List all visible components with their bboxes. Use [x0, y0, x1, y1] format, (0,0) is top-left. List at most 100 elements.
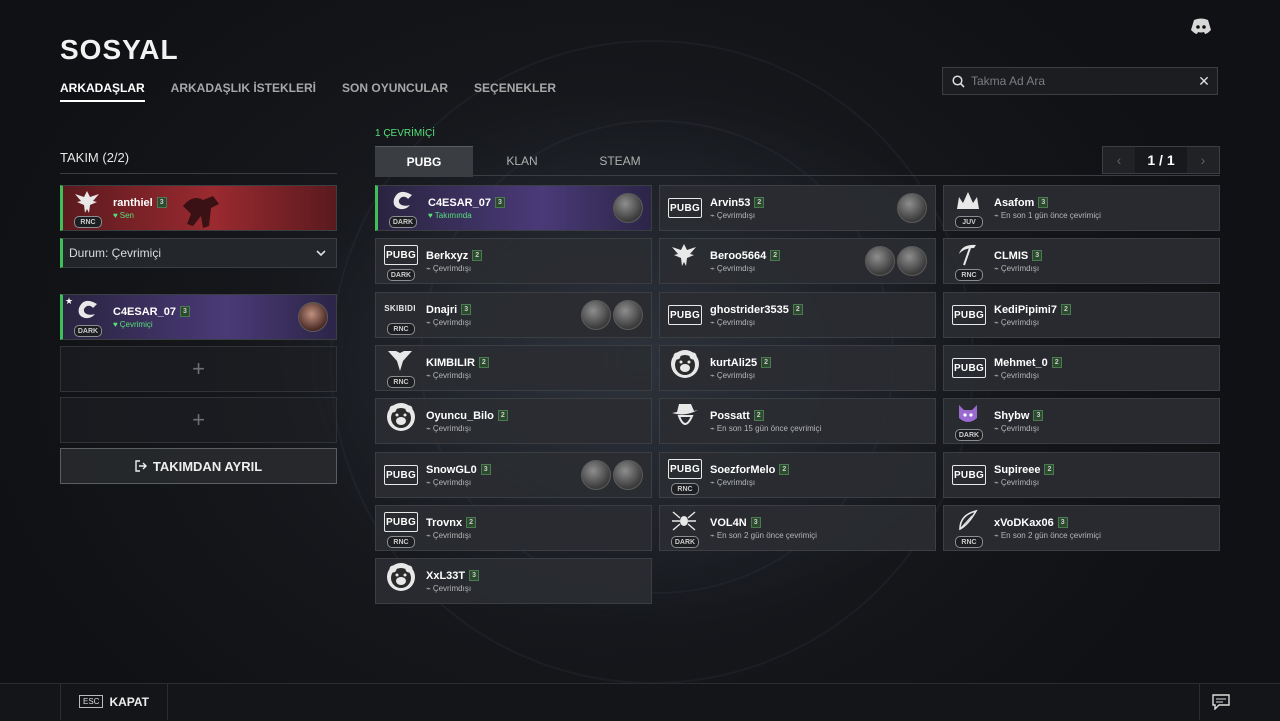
badges: [581, 300, 643, 330]
friend-card[interactable]: Beroo5664 2 ⌁ Çevrimdışı: [659, 238, 936, 284]
friend-tab-clan[interactable]: KLAN: [473, 146, 571, 176]
add-team-slot[interactable]: +: [60, 346, 337, 392]
team-self-card[interactable]: RNC ranthiel 3 ♥ Sen: [60, 185, 337, 231]
player-name: Shybw: [994, 409, 1030, 422]
clear-search-icon[interactable]: ✕: [1191, 68, 1217, 94]
level-badge: 3: [1038, 197, 1049, 208]
add-team-slot[interactable]: +: [60, 397, 337, 443]
friend-card[interactable]: PUBG Supireee 2 ⌁ Çevrimdışı: [943, 452, 1220, 498]
tab-recent-players[interactable]: SON OYUNCULAR: [342, 81, 448, 102]
online-count: 1 ÇEVRİMİÇİ: [375, 128, 436, 139]
status-dropdown[interactable]: Durum: Çevrimiçi: [60, 238, 337, 268]
friend-card[interactable]: PUBG RNC SoezforMelo 2 ⌁ Çevrimdışı: [659, 452, 936, 498]
friend-card[interactable]: JUV Asafom 3 ⌁ En son 1 gün önce çevrimiçi: [943, 185, 1220, 231]
friend-card[interactable]: PUBG RNC Trovnx 2 ⌁ Çevrimdışı: [375, 505, 652, 551]
spider-emblem-icon: DARK: [666, 508, 702, 548]
player-status: Çevrimiçi: [119, 319, 153, 329]
medal-badge-icon: [613, 300, 643, 330]
player-name: C4ESAR_07: [113, 305, 176, 318]
player-name: Berkxyz: [426, 249, 469, 262]
friend-card[interactable]: RNC xVoDKax06 3 ⌁ En son 2 gün önce çevrimiç…: [943, 505, 1220, 551]
player-name: Oyuncu_Bilo: [426, 409, 494, 422]
tab-options[interactable]: SEÇENEKLER: [474, 81, 556, 102]
friend-card[interactable]: PUBG SnowGL0 3 ⌁ Çevrimdışı: [375, 452, 652, 498]
close-label: KAPAT: [109, 694, 149, 709]
rank-badge: RNC: [74, 216, 102, 228]
friend-card[interactable]: kurtAli25 2 ⌁ Çevrimdışı: [659, 345, 936, 391]
friend-card[interactable]: PUBG Arvin53 2 ⌁ Çevrimdışı: [659, 185, 936, 231]
friend-card[interactable]: RNC CLMIS 3 ⌁ Çevrimdışı: [943, 238, 1220, 284]
friend-tabs-divider: [375, 175, 1220, 176]
chevron-down-icon: [316, 249, 326, 257]
friend-tabs: PUBG KLAN STEAM: [375, 146, 669, 177]
rank-badge: DARK: [955, 429, 983, 441]
player-name: Dnajri: [426, 303, 458, 316]
player-name: Arvin53: [710, 196, 751, 209]
next-page-button[interactable]: ›: [1187, 147, 1219, 173]
level-badge: 2: [761, 357, 771, 368]
player-status: Çevrimdışı: [1000, 263, 1040, 273]
offline-icon: ⌁: [426, 530, 431, 540]
prev-page-button[interactable]: ‹: [1103, 147, 1135, 173]
friend-card[interactable]: PUBG Mehmet_0 2 ⌁ Çevrimdışı: [943, 345, 1220, 391]
friend-card[interactable]: Oyuncu_Bilo 2 ⌁ Çevrimdışı: [375, 398, 652, 444]
player-status: En son 1 gün önce çevrimiçi: [1000, 210, 1101, 220]
player-name: VOL4N: [710, 516, 747, 529]
offline-icon: ⌁: [426, 423, 431, 433]
pubg-logo-icon: PUBG: [952, 305, 986, 325]
friend-card[interactable]: DARK VOL4N 3 ⌁ En son 2 gün önce çevrimiçi: [659, 505, 936, 551]
level-badge: 2: [754, 197, 765, 208]
player-status: Çevrimdışı: [432, 317, 472, 327]
pubg-emblem-icon: PUBG RNC: [666, 455, 702, 495]
friend-tab-steam[interactable]: STEAM: [571, 146, 669, 176]
player-status: Çevrimdışı: [716, 477, 756, 487]
friend-card[interactable]: PUBG DARK Berkxyz 2 ⌁ Çevrimdışı: [375, 238, 652, 284]
player-status: Takımında: [434, 210, 472, 220]
friend-card[interactable]: Possatt 2 ⌁ En son 15 gün önce çevrimiçi: [659, 398, 936, 444]
level-badge: 2: [753, 410, 764, 421]
medal-badge-icon: [581, 460, 611, 490]
pubg-emblem-icon: PUBG: [950, 348, 986, 388]
tab-friends[interactable]: ARKADAŞLAR: [60, 81, 145, 102]
offline-icon: ⌁: [994, 530, 999, 540]
search-input[interactable]: [971, 74, 1191, 88]
friend-card[interactable]: XxL33T 3 ⌁ Çevrimdışı: [375, 558, 652, 604]
level-badge: 3: [1032, 250, 1043, 261]
level-badge: 3: [156, 197, 167, 208]
friend-card[interactable]: RNC KIMBILIR 2 ⌁ Çevrimdışı: [375, 345, 652, 391]
level-badge: 2: [779, 464, 790, 475]
offline-icon: ⌁: [994, 477, 999, 487]
close-button[interactable]: ESC KAPAT: [60, 683, 168, 720]
offline-icon: ⌁: [710, 263, 715, 273]
eagle-emblem-icon: RNC: [69, 188, 105, 228]
friend-card[interactable]: PUBG ghostrider3535 2 ⌁ Çevrimdışı: [659, 292, 936, 338]
chat-button[interactable]: [1199, 683, 1242, 720]
leave-team-button[interactable]: TAKIMDAN AYRIL: [60, 448, 337, 484]
friend-card[interactable]: PUBG KediPipimi7 2 ⌁ Çevrimdışı: [943, 292, 1220, 338]
level-badge: 3: [494, 197, 505, 208]
level-badge: 2: [1051, 357, 1062, 368]
friend-card[interactable]: DARK Shybw 3 ⌁ Çevrimdışı: [943, 398, 1220, 444]
player-name: ghostrider3535: [710, 303, 789, 316]
friend-card[interactable]: SKIBIDI RNC Dnajri 3 ⌁ Çevrimdışı: [375, 292, 652, 338]
discord-icon[interactable]: [1190, 18, 1212, 36]
skibidi-logo-text: SKIBIDI: [384, 303, 416, 313]
player-status: En son 15 gün önce çevrimiçi: [716, 423, 822, 433]
rank-badge: RNC: [387, 323, 415, 335]
player-name: C4ESAR_07: [428, 196, 491, 209]
tab-friend-requests[interactable]: ARKADAŞLIK İSTEKLERİ: [171, 81, 316, 102]
bottom-bar: [0, 683, 1280, 721]
player-status: Çevrimdışı: [1000, 423, 1040, 433]
medal-badge-icon: [865, 246, 895, 276]
offline-icon: ⌁: [426, 317, 431, 327]
friend-card[interactable]: DARK C4ESAR_07 3 ♥ Takımında: [375, 185, 652, 231]
friend-tab-pubg[interactable]: PUBG: [375, 146, 473, 177]
level-badge: 3: [179, 306, 190, 317]
player-name: Supireee: [994, 463, 1041, 476]
level-badge: 3: [1057, 517, 1068, 528]
medal-badge-icon: [298, 302, 328, 332]
bear-emblem-icon: [666, 348, 702, 388]
player-status: Çevrimdışı: [716, 210, 756, 220]
player-name: Possatt: [710, 409, 750, 422]
team-member-card[interactable]: ★ DARK C4ESAR_07 3 ♥ Çevrimiçi: [60, 294, 337, 340]
